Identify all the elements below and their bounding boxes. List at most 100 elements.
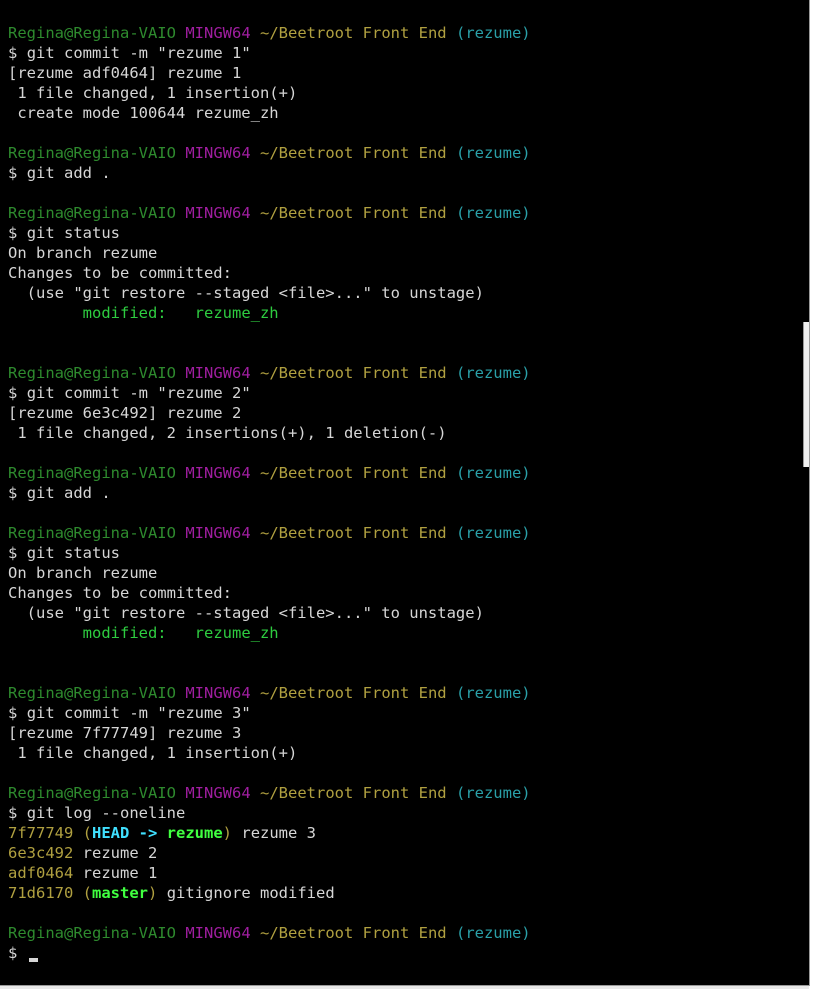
output-line: [rezume adf0464] rezume 1 [8, 63, 801, 83]
prompt-path: ~/Beetroot Front End [260, 24, 447, 42]
modified-label: modified: [82, 304, 167, 322]
command-line: $ git add . [8, 483, 801, 503]
command-line: $ git status [8, 543, 801, 563]
output-line: (use "git restore --staged <file>..." to… [8, 603, 801, 623]
status-modified-line: modified: rezume_zh [8, 303, 801, 323]
output-line: On branch rezume [8, 563, 801, 583]
commit-message: rezume 3 [241, 824, 317, 842]
prompt-symbol: $ [8, 704, 18, 722]
prompt-path: ~/Beetroot Front End [260, 524, 447, 542]
output-text: On branch rezume [8, 564, 158, 582]
command-line: $ git log --oneline [8, 803, 801, 823]
prompt-line: Regina@Regina-VAIO MINGW64 ~/Beetroot Fr… [8, 463, 801, 483]
prompt-branch: (rezume) [455, 464, 531, 482]
prompt-system: MINGW64 [185, 204, 251, 222]
log-line: 7f77749 (HEAD -> rezume) rezume 3 [8, 823, 801, 843]
status-modified-line: modified: rezume_zh [8, 623, 801, 643]
prompt-system: MINGW64 [185, 684, 251, 702]
output-line: Changes to be committed: [8, 263, 801, 283]
command-text: git commit -m "rezume 1" [26, 44, 251, 62]
command-text: git status [26, 224, 121, 242]
prompt-line: Regina@Regina-VAIO MINGW64 ~/Beetroot Fr… [8, 363, 801, 383]
ref-paren: ) [148, 884, 158, 902]
output-text: (use "git restore --staged <file>..." to… [8, 284, 484, 302]
output-line: 1 file changed, 2 insertions(+), 1 delet… [8, 423, 801, 443]
output-text: [rezume 6e3c492] rezume 2 [8, 404, 242, 422]
prompt-branch: (rezume) [455, 364, 531, 382]
prompt-path: ~/Beetroot Front End [260, 924, 447, 942]
prompt-path: ~/Beetroot Front End [260, 684, 447, 702]
output-text: (use "git restore --staged <file>..." to… [8, 604, 484, 622]
prompt-user-host: Regina@Regina-VAIO [8, 204, 176, 222]
prompt-symbol: $ [8, 384, 18, 402]
output-line: create mode 100644 rezume_zh [8, 103, 801, 123]
scrollbar-thumb[interactable] [803, 322, 809, 467]
prompt-user-host: Regina@Regina-VAIO [8, 364, 176, 382]
command-line: $ git commit -m "rezume 1" [8, 43, 801, 63]
prompt-user-host: Regina@Regina-VAIO [8, 684, 176, 702]
prompt-symbol: $ [8, 944, 18, 962]
terminal-output[interactable]: Regina@Regina-VAIO MINGW64 ~/Beetroot Fr… [8, 23, 801, 985]
prompt-system: MINGW64 [185, 24, 251, 42]
prompt-system: MINGW64 [185, 464, 251, 482]
prompt-line: Regina@Regina-VAIO MINGW64 ~/Beetroot Fr… [8, 923, 801, 943]
prompt-system: MINGW64 [185, 784, 251, 802]
prompt-line: Regina@Regina-VAIO MINGW64 ~/Beetroot Fr… [8, 523, 801, 543]
command-text: git commit -m "rezume 2" [26, 384, 251, 402]
log-line: 71d6170 (master) gitignore modified [8, 883, 801, 903]
ref-paren: ( [82, 824, 93, 842]
prompt-branch: (rezume) [455, 144, 531, 162]
command-text: git status [26, 544, 121, 562]
prompt-path: ~/Beetroot Front End [260, 204, 447, 222]
output-text: Changes to be committed: [8, 584, 232, 602]
commit-message: gitignore modified [166, 884, 335, 902]
modified-file: rezume_zh [194, 304, 279, 322]
prompt-line: Regina@Regina-VAIO MINGW64 ~/Beetroot Fr… [8, 683, 801, 703]
input-line[interactable]: $ [8, 943, 801, 963]
output-line: 1 file changed, 1 insertion(+) [8, 743, 801, 763]
prompt-symbol: $ [8, 164, 18, 182]
command-line: $ git commit -m "rezume 2" [8, 383, 801, 403]
commit-hash: adf0464 [8, 864, 74, 882]
prompt-symbol: $ [8, 224, 18, 242]
prompt-branch: (rezume) [455, 924, 531, 942]
output-text: On branch rezume [8, 244, 158, 262]
log-line: 6e3c492 rezume 2 [8, 843, 801, 863]
command-line: $ git add . [8, 163, 801, 183]
text-cursor [28, 958, 38, 962]
prompt-line: Regina@Regina-VAIO MINGW64 ~/Beetroot Fr… [8, 23, 801, 43]
terminal-window[interactable]: Regina@Regina-VAIO MINGW64 ~/Beetroot Fr… [0, 0, 810, 989]
prompt-user-host: Regina@Regina-VAIO [8, 924, 176, 942]
ref-arrow: -> [129, 824, 167, 842]
prompt-symbol: $ [8, 44, 18, 62]
prompt-branch: (rezume) [455, 524, 531, 542]
prompt-user-host: Regina@Regina-VAIO [8, 524, 176, 542]
commit-hash: 6e3c492 [8, 844, 74, 862]
prompt-line: Regina@Regina-VAIO MINGW64 ~/Beetroot Fr… [8, 203, 801, 223]
modified-file: rezume_zh [194, 624, 279, 642]
output-text: 1 file changed, 1 insertion(+) [8, 744, 298, 762]
prompt-path: ~/Beetroot Front End [260, 144, 447, 162]
commit-message: rezume 2 [82, 844, 158, 862]
output-text: Changes to be committed: [8, 264, 232, 282]
prompt-system: MINGW64 [185, 524, 251, 542]
command-line: $ git commit -m "rezume 3" [8, 703, 801, 723]
ref-paren: ( [82, 884, 93, 902]
output-text: 1 file changed, 1 insertion(+) [8, 84, 298, 102]
prompt-system: MINGW64 [185, 924, 251, 942]
commit-hash: 7f77749 [8, 824, 74, 842]
prompt-branch: (rezume) [455, 784, 531, 802]
prompt-user-host: Regina@Regina-VAIO [8, 464, 176, 482]
commit-hash: 71d6170 [8, 884, 74, 902]
prompt-symbol: $ [8, 544, 18, 562]
branch-ref: master [92, 884, 149, 902]
prompt-system: MINGW64 [185, 364, 251, 382]
command-text: git add . [26, 164, 111, 182]
